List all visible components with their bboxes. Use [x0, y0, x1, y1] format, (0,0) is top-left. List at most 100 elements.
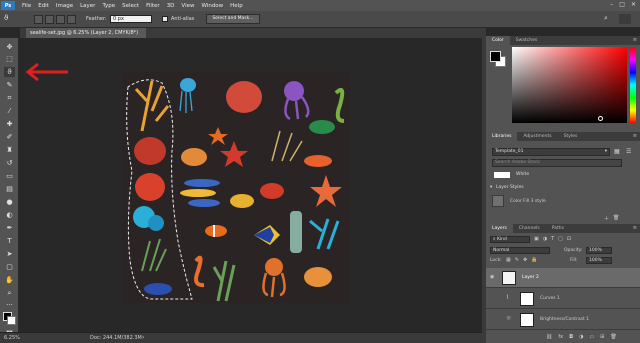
foreground-color[interactable] [490, 51, 501, 62]
lasso-tool-icon[interactable]: ϑ [4, 67, 15, 77]
trash-icon[interactable]: 🗑 [613, 215, 619, 222]
move-tool-icon[interactable]: ✥ [4, 42, 15, 52]
red-starfish [220, 141, 248, 167]
layer-styles-header[interactable]: ▾ Layer Styles [486, 183, 640, 194]
panel-menu-icon[interactable]: ≡ [633, 37, 637, 43]
menu-type[interactable]: Type [102, 3, 115, 9]
search-icon[interactable]: ⌕ [604, 14, 614, 24]
tab-styles[interactable]: Styles [558, 132, 584, 141]
intersect-selection-button[interactable] [67, 15, 76, 24]
zoom-level[interactable]: 6.25% [4, 335, 20, 341]
blend-mode-select[interactable]: Normal [490, 247, 550, 254]
marquee-tool-icon[interactable]: ⬚ [4, 54, 15, 64]
add-selection-button[interactable] [45, 15, 54, 24]
expand-status-icon[interactable]: › [142, 334, 144, 341]
eyedropper-tool-icon[interactable]: ⁄ [4, 106, 15, 116]
menu-file[interactable]: File [22, 3, 31, 9]
gradient-tool-icon[interactable]: ▤ [4, 184, 15, 194]
healing-brush-tool-icon[interactable]: ✚ [4, 119, 15, 129]
list-view-icon[interactable]: ☰ [626, 148, 634, 156]
more-tools-icon[interactable]: ··· [4, 300, 15, 310]
type-filter-icon[interactable]: T [551, 236, 554, 243]
path-selection-tool-icon[interactable]: ➤ [4, 249, 15, 259]
color-fill-style-label[interactable]: Color Fill 3 style [510, 199, 546, 204]
layer-row-brightness-contrast-1[interactable]: ☼ Brightness/Contrast 1 [486, 310, 640, 330]
new-group-icon[interactable]: ▭ [589, 334, 594, 340]
feather-input[interactable]: 0 px [110, 15, 152, 23]
lock-transparent-icon[interactable]: ▦ [506, 257, 511, 263]
menu-3d[interactable]: 3D [167, 3, 175, 9]
panel-menu-icon[interactable]: ≡ [633, 225, 637, 231]
new-selection-button[interactable] [34, 15, 43, 24]
layer-filter-select[interactable]: ⌕ Kind [490, 236, 530, 243]
color-picker-handle[interactable] [598, 116, 603, 121]
document-canvas[interactable] [122, 71, 350, 303]
smart-object-filter-icon[interactable]: ⊡ [567, 236, 571, 243]
menu-layer[interactable]: Layer [80, 3, 95, 9]
menu-help[interactable]: Help [230, 3, 243, 9]
panel-menu-icon[interactable]: ≡ [633, 133, 637, 139]
tab-paths[interactable]: Paths [546, 224, 570, 233]
zoom-tool-icon[interactable]: ⌕ [4, 288, 15, 298]
library-select[interactable]: Template_01 ▾ [492, 148, 610, 156]
link-layers-icon[interactable]: ⛓ [546, 334, 552, 340]
rectangle-tool-icon[interactable]: ▢ [4, 262, 15, 272]
lock-all-icon[interactable]: 🔒 [531, 257, 537, 263]
hand-tool-icon[interactable]: ✋ [4, 275, 15, 285]
brush-tool-icon[interactable]: ✐ [4, 132, 15, 142]
quick-select-tool-icon[interactable]: ✎ [4, 80, 15, 90]
layer-row-curves-1[interactable]: ⌇ Curves 1 [486, 289, 640, 309]
add-mask-icon[interactable]: ◘ [569, 334, 573, 340]
menu-view[interactable]: View [181, 3, 194, 9]
pixel-filter-icon[interactable]: ▣ [534, 236, 539, 243]
shape-filter-icon[interactable]: ▢ [558, 236, 563, 243]
type-tool-icon[interactable]: T [4, 236, 15, 246]
library-item-white[interactable]: White [486, 170, 640, 181]
new-layer-icon[interactable]: ⊞ [600, 334, 604, 340]
subtract-selection-button[interactable] [56, 15, 65, 24]
lock-image-icon[interactable]: ✎ [515, 257, 519, 263]
tab-layers[interactable]: Layers [486, 224, 513, 233]
dodge-tool-icon[interactable]: ◐ [4, 210, 15, 220]
delete-layer-icon[interactable]: 🗑 [610, 334, 616, 340]
stock-search-input[interactable]: Search Adobe Stock [492, 159, 622, 167]
hue-slider[interactable] [630, 47, 636, 123]
adjustment-filter-icon[interactable]: ◑ [543, 236, 547, 243]
feather-label: Feather: [86, 16, 107, 22]
select-and-mask-button[interactable]: Select and Mask... [206, 14, 260, 24]
tab-color[interactable]: Color [486, 36, 510, 45]
layer-row-layer-2[interactable]: ◉ Layer 2 [486, 268, 640, 288]
visibility-eye-icon[interactable]: ◉ [490, 274, 494, 280]
fx-icon[interactable]: fx [558, 334, 563, 340]
tab-libraries[interactable]: Libraries [486, 132, 518, 141]
color-field[interactable] [512, 47, 627, 123]
menu-select[interactable]: Select [122, 3, 139, 9]
tab-adjustments[interactable]: Adjustments [517, 132, 557, 141]
close-icon[interactable]: ✕ [631, 1, 636, 8]
maximize-icon[interactable]: □ [619, 1, 625, 8]
antialias-checkbox[interactable] [162, 16, 168, 22]
lasso-preset-icon[interactable]: ϑ [4, 14, 18, 24]
blur-tool-icon[interactable]: ● [4, 197, 15, 207]
crop-tool-icon[interactable]: ⌗ [4, 93, 15, 103]
document-tab[interactable]: sealife-set.jpg @ 6.25% (Layer 2, CMYK/8… [26, 28, 146, 46]
grid-view-icon[interactable]: ▦ [614, 148, 622, 156]
eraser-tool-icon[interactable]: ▭ [4, 171, 15, 181]
new-adjustment-icon[interactable]: ◑ [579, 334, 583, 340]
menu-window[interactable]: Window [201, 3, 223, 9]
clone-stamp-tool-icon[interactable]: ♜ [4, 145, 15, 155]
add-content-icon[interactable]: ＋ [604, 215, 609, 222]
fill-input[interactable]: 100% [586, 257, 612, 264]
workspace-icon[interactable] [619, 14, 631, 24]
menu-image[interactable]: Image [56, 3, 73, 9]
tab-swatches[interactable]: Swatches [510, 36, 544, 45]
menu-edit[interactable]: Edit [38, 3, 49, 9]
minimize-icon[interactable]: – [610, 1, 613, 8]
pen-tool-icon[interactable]: ✒ [4, 223, 15, 233]
history-brush-tool-icon[interactable]: ↺ [4, 158, 15, 168]
menu-filter[interactable]: Filter [146, 3, 160, 9]
background-color-swatch[interactable] [7, 316, 16, 325]
lock-position-icon[interactable]: ✥ [523, 257, 527, 263]
tab-channels[interactable]: Channels [513, 224, 546, 233]
opacity-input[interactable]: 100% [586, 247, 612, 254]
